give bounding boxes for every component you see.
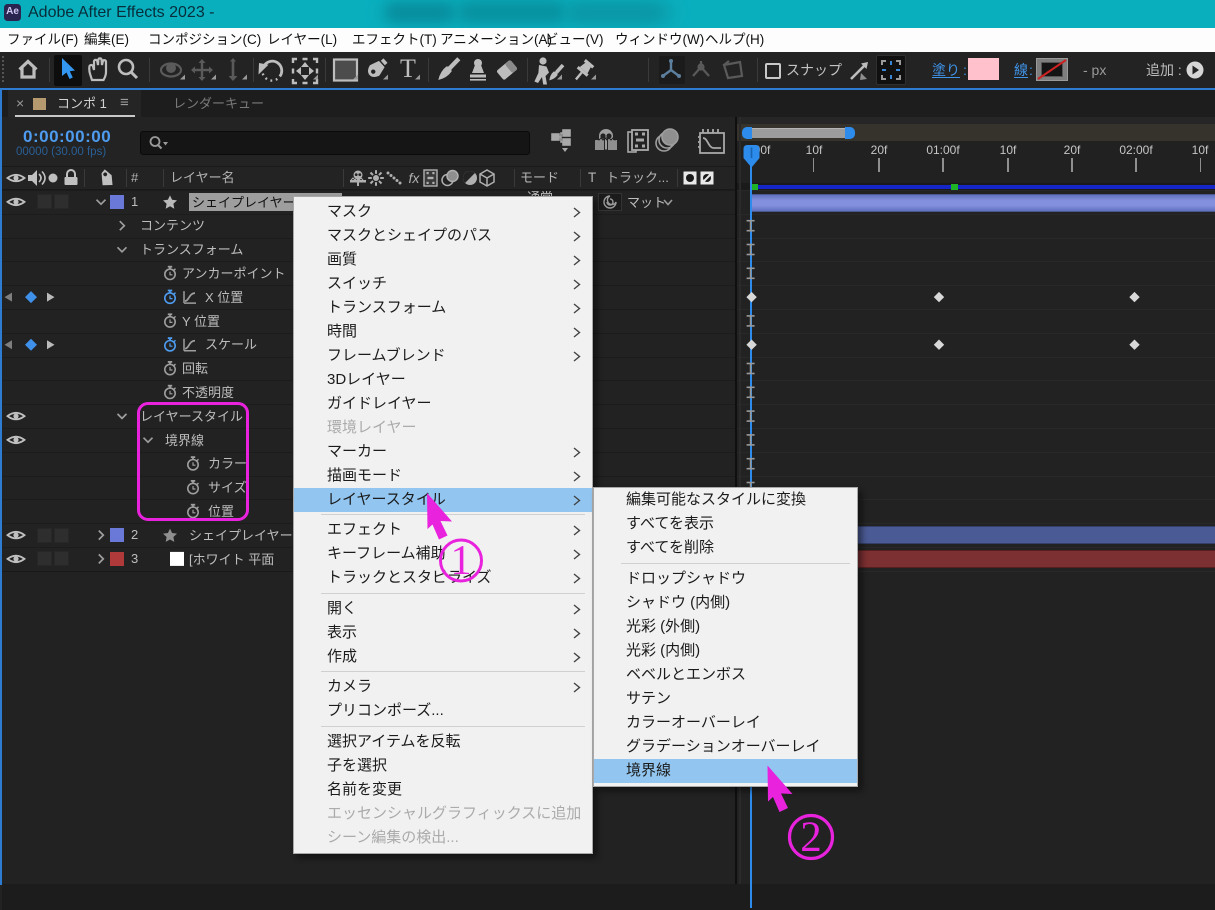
svg-text:2: 2 [800,814,822,861]
svg-text:1: 1 [451,538,472,584]
